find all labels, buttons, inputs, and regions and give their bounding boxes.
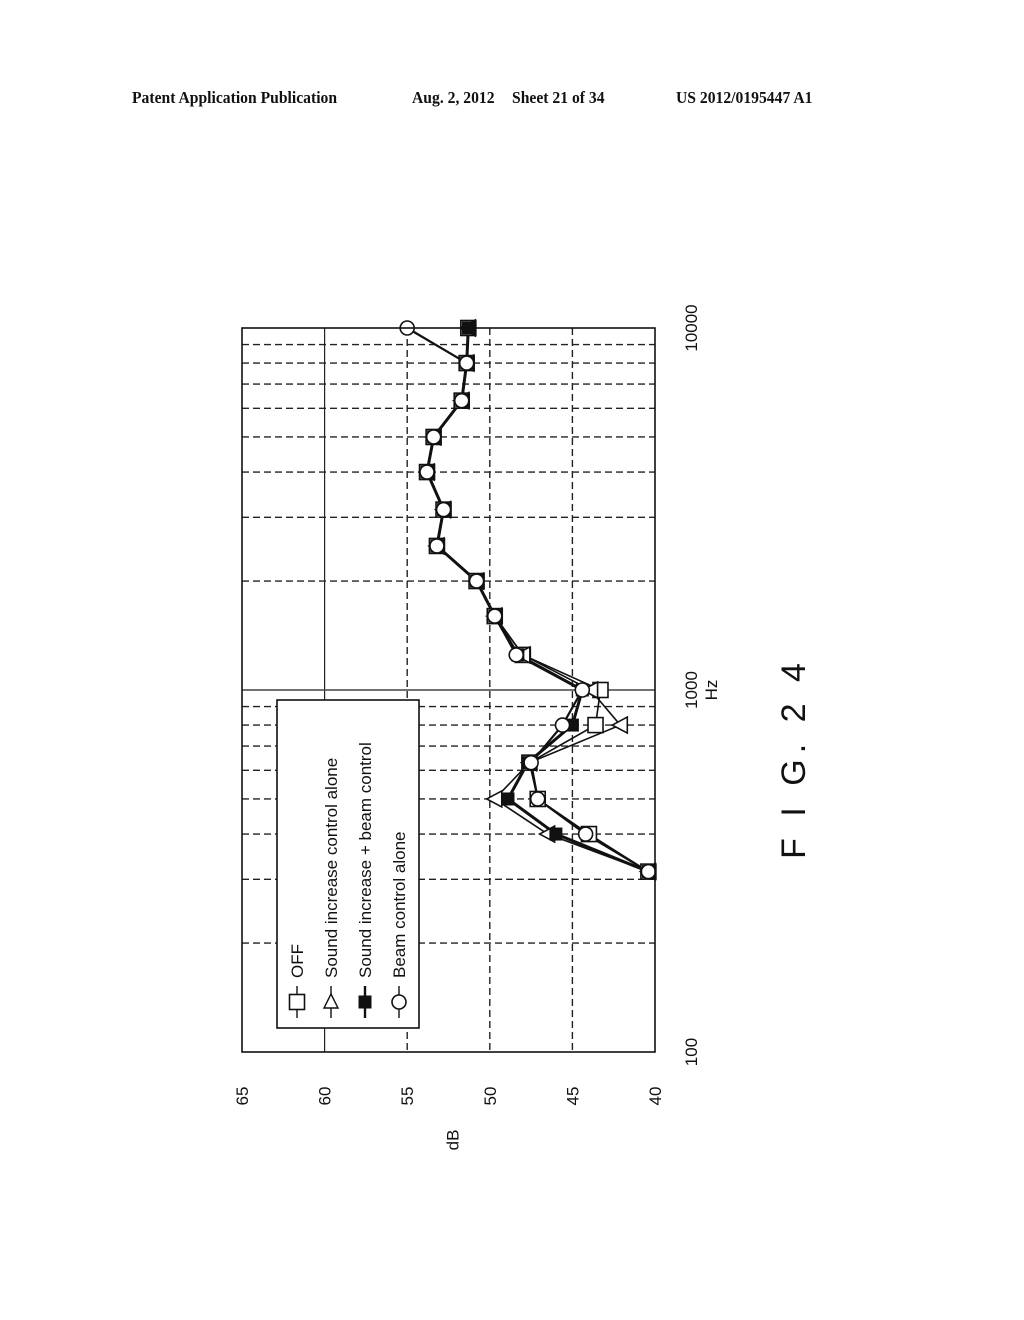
data-point-circle [458,355,475,371]
data-point-triangle [485,789,503,809]
legend: OFF Sound increase control alone Sound inc… [276,699,420,1029]
series-line [426,327,649,873]
data-point-filled-square [549,827,563,841]
y-tick-label: 55 [398,1087,417,1106]
series-sound-increase-beam-control [425,327,649,874]
x-axis-label: Hz [702,680,721,701]
legend-label: Sound increase control alone [322,758,341,978]
data-point-circle [435,501,452,518]
data-point-square [587,716,604,734]
y-tick-label: 40 [646,1087,665,1106]
x-tick-label: 10000 [682,304,701,351]
legend-item: Sound increase + beam control [356,742,375,1018]
data-point-circle [554,717,571,733]
y-tick-label: 65 [233,1087,252,1106]
series-line [425,327,649,874]
data-point-square [288,993,306,1011]
y-tick-label: 50 [481,1087,500,1106]
data-point-circle [468,573,485,589]
figure-label: F I G. 2 4 [775,657,813,859]
data-point-circle [453,392,470,409]
series-beam-control-alone [406,327,649,873]
data-point-filled-square [358,995,372,1009]
data-point-circle [425,429,442,445]
legend-label: Beam control alone [390,832,409,978]
series-off [426,327,649,873]
data-point-circle [523,754,539,771]
x-tick-label: 1000 [682,671,701,709]
series-layer [399,318,657,881]
series-line [406,327,649,873]
data-point-circle [574,682,591,698]
x-tick-label: 100 [682,1038,701,1066]
legend-item: Sound increase control alone [322,758,341,1018]
data-point-circle [577,826,594,842]
y-tick-label: 60 [316,1087,335,1106]
data-point-circle [429,538,445,554]
data-point-circle [391,994,407,1010]
legend-label: OFF [288,944,307,978]
y-axis-label: dB [444,1130,463,1151]
series-sound-increase-control-alone [426,327,649,873]
legend-label: Sound increase + beam control [356,742,375,978]
data-point-circle [508,647,525,663]
markers-open-circle [399,320,657,880]
data-point-circle [529,791,546,807]
series-line [426,327,649,873]
chart: 40 45 50 55 60 65 100 1000 10000 Hz dB OFF Sound … [233,304,813,1151]
data-point-circle [640,863,657,880]
data-point-circle [486,608,503,624]
y-tick-label: 45 [563,1087,582,1106]
data-point-circle [419,464,435,480]
data-point-filled-square [501,792,515,806]
